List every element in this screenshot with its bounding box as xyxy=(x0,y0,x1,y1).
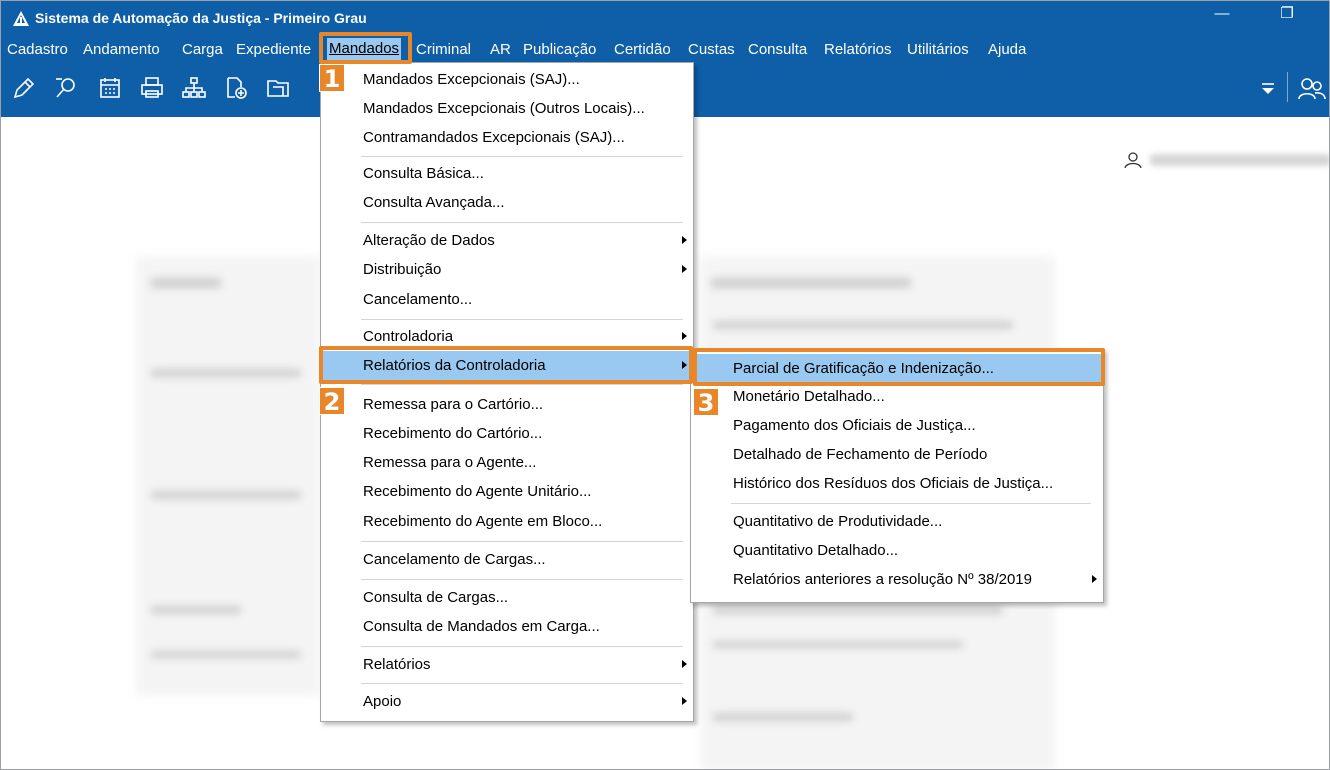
restore-button[interactable]: ❐ xyxy=(1267,3,1307,27)
menu-separator xyxy=(361,384,683,385)
app-logo-icon xyxy=(13,11,29,26)
printer-icon[interactable] xyxy=(139,75,165,101)
toolbar-divider xyxy=(1287,72,1288,102)
background-text xyxy=(713,641,963,648)
menu-option-consulta-basica[interactable]: Consulta Básica... xyxy=(321,159,693,188)
menu-criminal[interactable]: Criminal xyxy=(416,39,471,61)
user-icon xyxy=(1124,152,1142,169)
menu-option-remessa-agente[interactable]: Remessa para o Agente... xyxy=(321,448,693,477)
background-panel-left xyxy=(136,257,321,695)
mandados-menu: Mandados Excepcionais (SAJ)... Mandados … xyxy=(320,62,694,722)
menu-carga[interactable]: Carga xyxy=(182,39,223,61)
menu-option-consulta-avancada[interactable]: Consulta Avançada... xyxy=(321,188,693,217)
controladoria-submenu: Parcial de Gratificação e Indenização...… xyxy=(690,348,1104,603)
menu-option-apoio[interactable]: Apoio xyxy=(321,687,693,716)
background-text xyxy=(713,321,1013,329)
menu-separator xyxy=(361,156,683,157)
background-text xyxy=(151,606,241,614)
background-text xyxy=(713,713,853,721)
menu-expediente[interactable]: Expediente xyxy=(236,39,311,61)
menu-separator xyxy=(361,646,683,647)
menu-certidao[interactable]: Certidão xyxy=(614,39,671,61)
menu-option-cancelamento-cargas[interactable]: Cancelamento de Cargas... xyxy=(321,545,693,574)
background-text xyxy=(151,278,221,288)
menu-option-consulta-mandados-carga[interactable]: Consulta de Mandados em Carga... xyxy=(321,612,693,641)
menu-option-mandados-excepcionais-outros[interactable]: Mandados Excepcionais (Outros Locais)... xyxy=(321,94,693,123)
window-title: Sistema de Automação da Justiça - Primei… xyxy=(35,10,367,26)
menu-option-alteracao-dados[interactable]: Alteração de Dados xyxy=(321,226,693,255)
dropdown-arrow-icon[interactable] xyxy=(1259,76,1277,104)
step-badge-3: 3 xyxy=(693,388,719,417)
menu-option-recebimento-agente-unitario[interactable]: Recebimento do Agente Unitário... xyxy=(321,477,693,506)
app-window: Sistema de Automação da Justiça - Primei… xyxy=(0,0,1330,770)
minimize-button[interactable]: — xyxy=(1202,3,1242,27)
menu-relatorios[interactable]: Relatórios xyxy=(824,39,892,61)
menu-option-cancelamento[interactable]: Cancelamento... xyxy=(321,285,693,314)
background-text xyxy=(151,491,301,499)
background-text xyxy=(151,369,301,377)
submenu-arrow-icon xyxy=(682,332,687,340)
menu-andamento[interactable]: Andamento xyxy=(83,39,160,61)
menu-separator xyxy=(361,541,683,542)
users-icon[interactable] xyxy=(1297,76,1327,106)
submenu-option-detalhado-fechamento[interactable]: Detalhado de Fechamento de Período xyxy=(691,440,1103,469)
menu-option-relatorios[interactable]: Relatórios xyxy=(321,650,693,679)
background-text xyxy=(151,651,301,658)
submenu-arrow-icon xyxy=(682,660,687,668)
background-text xyxy=(711,278,911,288)
menu-utilitarios[interactable]: Utilitários xyxy=(907,39,969,61)
submenu-arrow-icon xyxy=(682,697,687,705)
folder-icon[interactable] xyxy=(265,75,291,101)
calendar-icon[interactable] xyxy=(97,75,123,101)
edit-icon[interactable] xyxy=(11,75,37,101)
menu-bar: Cadastro Andamento Carga Expediente Mand… xyxy=(1,36,1329,62)
menu-option-remessa-cartorio[interactable]: Remessa para o Cartório... xyxy=(321,390,693,419)
submenu-option-quantitativo-detalhado[interactable]: Quantitativo Detalhado... xyxy=(691,536,1103,565)
callout-mandados xyxy=(319,32,412,64)
submenu-option-relatorios-anteriores[interactable]: Relatórios anteriores a resolução Nº 38/… xyxy=(691,565,1103,594)
search-document-icon[interactable] xyxy=(53,75,79,101)
menu-separator xyxy=(731,503,1091,504)
background-text xyxy=(713,606,1003,614)
submenu-option-monetario-detalhado[interactable]: Monetário Detalhado... xyxy=(691,382,1103,411)
title-bar[interactable]: Sistema de Automação da Justiça - Primei… xyxy=(1,1,1329,36)
menu-consulta[interactable]: Consulta xyxy=(748,39,807,61)
menu-option-recebimento-agente-bloco[interactable]: Recebimento do Agente em Bloco... xyxy=(321,507,693,536)
submenu-arrow-icon xyxy=(682,265,687,273)
menu-option-distribuicao[interactable]: Distribuição xyxy=(321,255,693,284)
menu-ajuda[interactable]: Ajuda xyxy=(988,39,1026,61)
submenu-option-pagamento-oficiais[interactable]: Pagamento dos Oficiais de Justiça... xyxy=(691,411,1103,440)
submenu-option-historico-residuos[interactable]: Histórico dos Resíduos dos Oficiais de J… xyxy=(691,469,1103,498)
step-badge-2: 2 xyxy=(319,387,345,416)
submenu-arrow-icon xyxy=(1092,575,1097,583)
menu-option-consulta-cargas[interactable]: Consulta de Cargas... xyxy=(321,583,693,612)
user-name-redacted xyxy=(1150,154,1329,166)
submenu-arrow-icon xyxy=(682,236,687,244)
menu-option-recebimento-cartorio[interactable]: Recebimento do Cartório... xyxy=(321,419,693,448)
menu-separator xyxy=(361,222,683,223)
menu-ar[interactable]: AR xyxy=(490,39,511,61)
menu-separator xyxy=(361,319,683,320)
menu-separator xyxy=(361,683,683,684)
submenu-option-quantitativo-produtividade[interactable]: Quantitativo de Produtividade... xyxy=(691,507,1103,536)
step-badge-1: 1 xyxy=(319,64,345,93)
menu-custas[interactable]: Custas xyxy=(688,39,735,61)
add-document-icon[interactable] xyxy=(223,75,249,101)
menu-separator xyxy=(361,579,683,580)
menu-cadastro[interactable]: Cadastro xyxy=(7,39,68,61)
user-info xyxy=(1124,151,1329,171)
menu-option-mandados-excepcionais-saj[interactable]: Mandados Excepcionais (SAJ)... xyxy=(321,65,693,94)
menu-publicacao[interactable]: Publicação xyxy=(523,39,596,61)
callout-relatorios-controladoria xyxy=(319,346,693,384)
hierarchy-icon[interactable] xyxy=(181,75,207,101)
menu-option-contramandados[interactable]: Contramandados Excepcionais (SAJ)... xyxy=(321,123,693,152)
callout-parcial-gratificacao xyxy=(693,348,1105,386)
